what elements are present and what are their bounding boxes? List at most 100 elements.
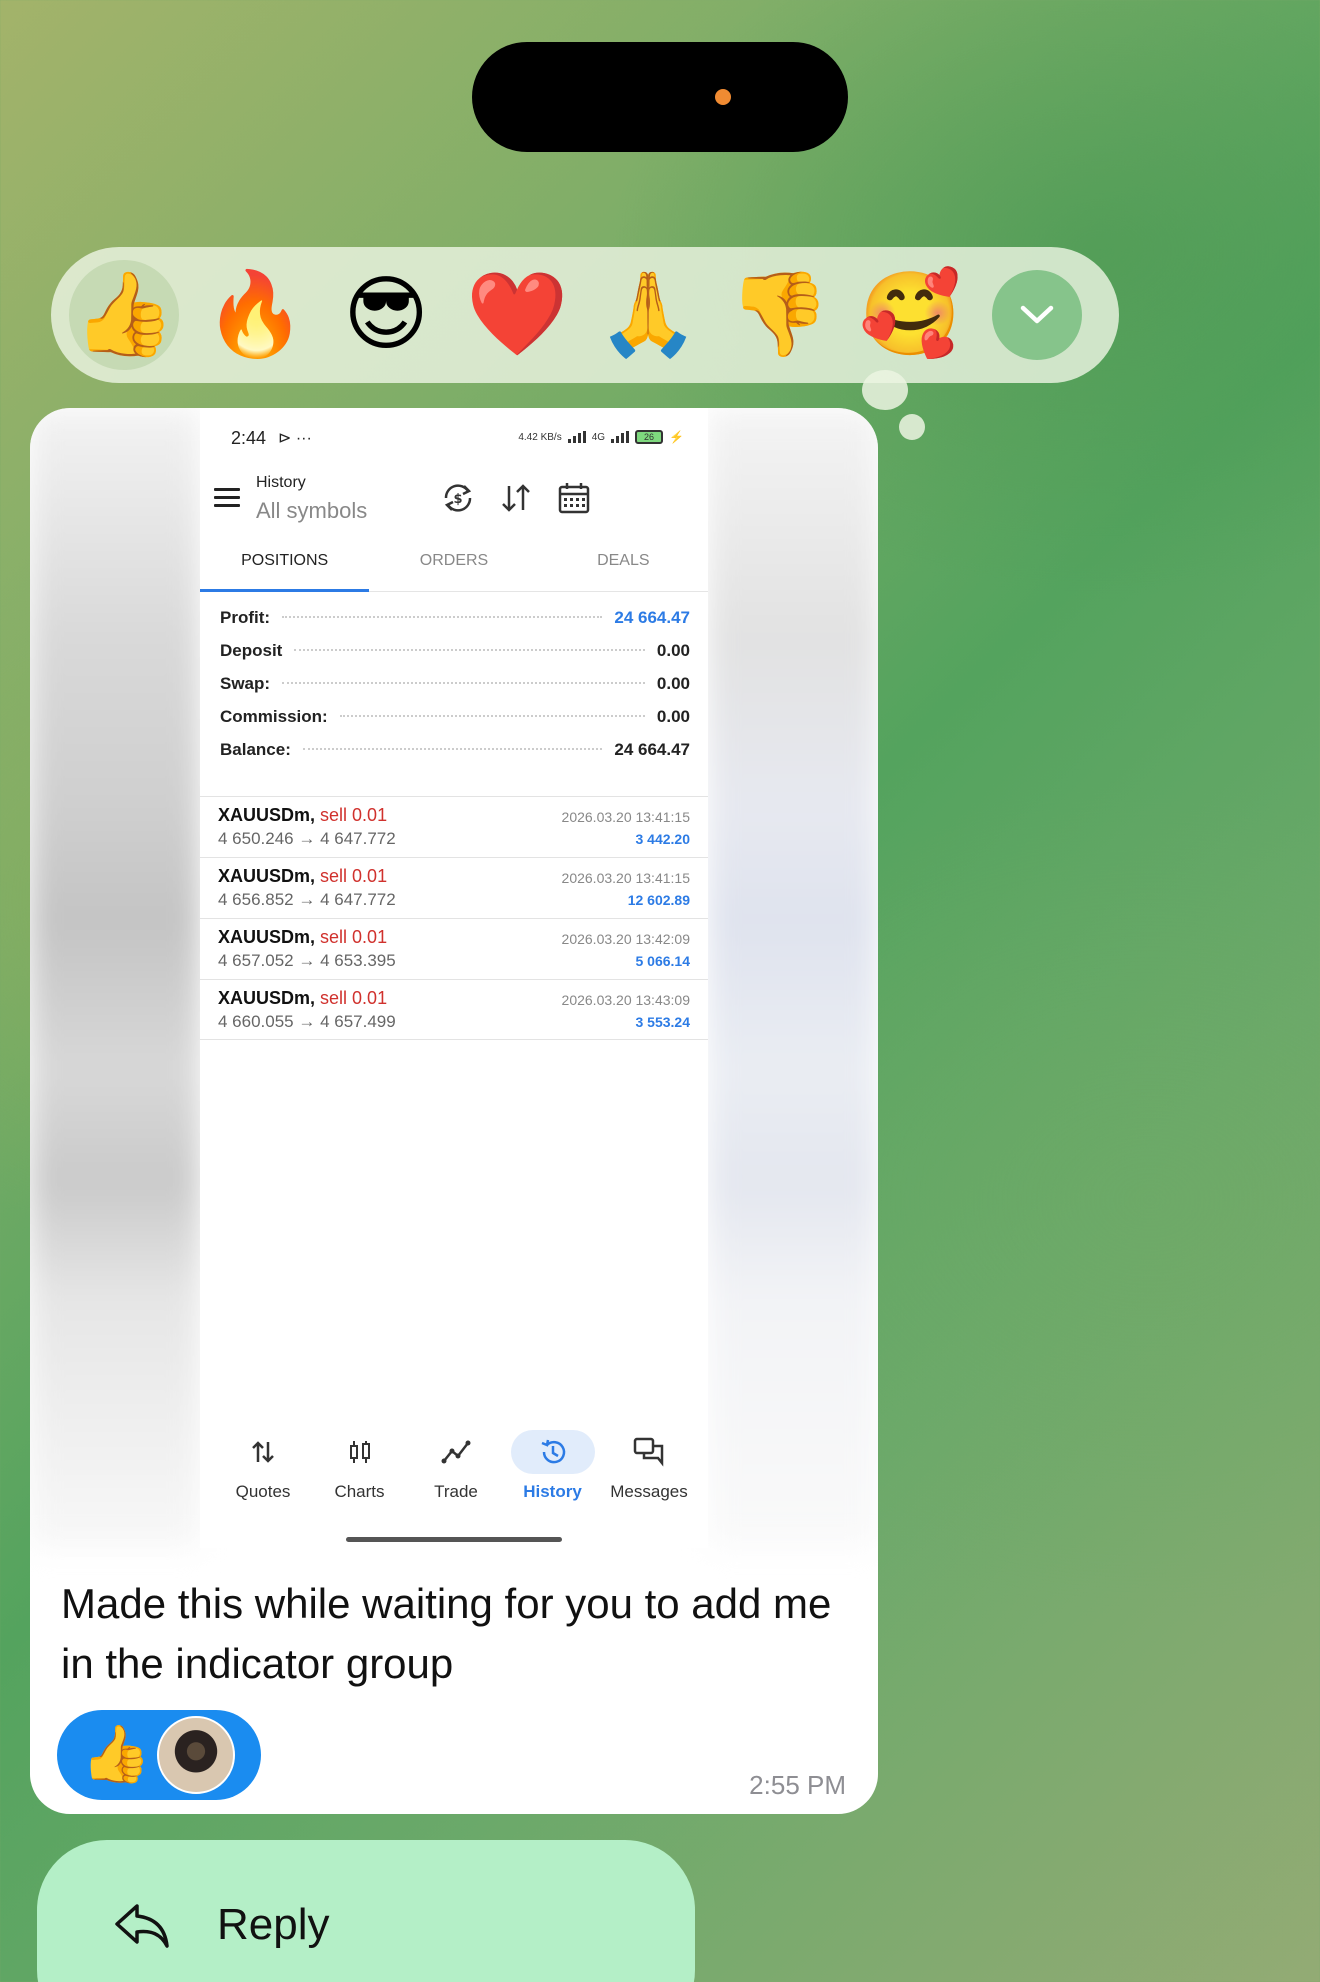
reply-menu-item[interactable]: Reply (37, 1840, 695, 1982)
attached-screenshot[interactable]: 2:44 ⊳ ··· 4.42 KB/s 4G 26 ⚡ History All… (200, 408, 708, 1548)
deal-datetime: 2026.03.20 13:41:15 (561, 870, 690, 886)
avatar (156, 1716, 235, 1794)
summary-value: 24 664.47 (614, 608, 690, 627)
summary-label: Swap: (220, 674, 271, 693)
deal-profit: 3 442.20 (635, 831, 691, 847)
history-tabs: POSITIONS ORDERS DEALS (200, 536, 708, 592)
tab-positions[interactable]: POSITIONS (200, 536, 370, 592)
deal-side: sell 0.01 (320, 988, 388, 1008)
blurred-background-right (708, 408, 878, 1548)
reaction-folded-hands[interactable]: 🙏 (593, 260, 703, 370)
status-bar: 2:44 ⊳ ··· 4.42 KB/s 4G 26 ⚡ (200, 408, 708, 458)
svg-text:$: $ (453, 492, 462, 507)
summary-label: Balance: (220, 740, 291, 759)
summary-value: 0.00 (656, 641, 690, 660)
summary-label: Commission: (220, 707, 328, 726)
reaction-fire[interactable]: 🔥 (200, 260, 310, 370)
reply-label: Reply (217, 1900, 330, 1949)
reply-icon (115, 1904, 169, 1948)
nav-quotes[interactable]: Quotes (218, 1430, 308, 1520)
chevron-down-icon (1020, 305, 1054, 324)
summary-value: 24 664.47 (614, 740, 690, 759)
message-text: Made this while waiting for you to add m… (61, 1580, 832, 1687)
deal-prices: 4 656.852 → 4 647.772 (218, 890, 396, 909)
deal-side: sell 0.01 (320, 805, 388, 825)
signal-icon (567, 431, 586, 443)
reaction-bar-tail-dot (899, 414, 925, 440)
deal-side: sell 0.01 (320, 866, 388, 886)
nav-messages[interactable]: Messages (604, 1430, 694, 1520)
nav-charts[interactable]: Charts (315, 1430, 405, 1520)
deal-datetime: 2026.03.20 13:43:09 (561, 992, 690, 1008)
deal-prices: 4 650.246 → 4 647.772 (218, 829, 396, 848)
calendar-icon[interactable] (554, 478, 594, 518)
summary-row-commission: Commission: 0.00 (200, 707, 708, 740)
summary-row-balance: Balance: 24 664.47 (200, 740, 708, 773)
nav-label: History (523, 1482, 582, 1501)
charging-icon: ⚡ (669, 430, 684, 444)
reaction-bar: 👍 🔥 😎 ❤️ 🙏 👎 🥰 (51, 247, 1119, 383)
network-type: 4G (591, 431, 606, 443)
home-indicator (346, 1537, 562, 1542)
tab-orders[interactable]: ORDERS (369, 536, 538, 591)
header-title: History (256, 474, 306, 491)
trade-icon (441, 1440, 471, 1464)
summary-value: 0.00 (656, 674, 690, 693)
nav-label: Trade (434, 1482, 478, 1501)
deal-profit: 5 066.14 (635, 953, 691, 969)
reaction-smiling-face-with-hearts[interactable]: 🥰 (855, 260, 965, 370)
blurred-background-left (30, 408, 200, 1548)
deal-row[interactable]: XAUUSDm, sell 0.01 4 650.246 → 4 647.772… (200, 796, 708, 857)
history-header: History All symbols $ (200, 460, 708, 524)
status-extra: ⊳ ··· (278, 430, 312, 447)
status-time: 2:44 (231, 428, 267, 448)
reaction-thumbs-up: 👍 (81, 1722, 151, 1787)
messages-icon (633, 1437, 664, 1467)
dynamic-island (472, 42, 848, 152)
deal-symbol: XAUUSDm, (218, 988, 316, 1008)
deal-datetime: 2026.03.20 13:42:09 (561, 931, 690, 947)
nav-history[interactable]: History (508, 1430, 598, 1520)
camera-indicator (715, 89, 731, 105)
deal-profit: 12 602.89 (627, 892, 690, 908)
summary-label: Deposit (220, 641, 283, 660)
summary-value: 0.00 (656, 707, 690, 726)
deal-symbol: XAUUSDm, (218, 866, 316, 886)
nav-label: Charts (334, 1482, 385, 1501)
symbol-filter[interactable]: All symbols (256, 498, 367, 524)
deal-symbol: XAUUSDm, (218, 927, 316, 947)
tab-deals[interactable]: DEALS (539, 536, 708, 591)
history-icon (541, 1439, 565, 1464)
reaction-thumbs-down[interactable]: 👎 (724, 260, 834, 370)
deal-row[interactable]: XAUUSDm, sell 0.01 4 656.852 → 4 647.772… (200, 857, 708, 918)
battery-icon: 26 (635, 430, 664, 444)
status-icons: 4.42 KB/s 4G 26 ⚡ (518, 430, 684, 444)
currency-refresh-icon[interactable]: $ (438, 478, 478, 518)
message-reactions[interactable]: 👍 (57, 1710, 261, 1800)
menu-icon[interactable] (214, 488, 240, 508)
deal-datetime: 2026.03.20 13:41:15 (561, 809, 690, 825)
reaction-sunglasses[interactable]: 😎 (331, 260, 441, 370)
summary-row-swap: Swap: 0.00 (200, 674, 708, 707)
summary-label: Profit: (220, 608, 271, 627)
sort-icon[interactable] (496, 478, 536, 518)
quotes-icon (252, 1441, 274, 1463)
charts-icon (349, 1441, 370, 1463)
network-rate: 4.42 KB/s (518, 431, 562, 443)
message-bubble[interactable]: 2:44 ⊳ ··· 4.42 KB/s 4G 26 ⚡ History All… (30, 408, 878, 1814)
reaction-red-heart[interactable]: ❤️ (462, 260, 572, 370)
nav-label: Messages (610, 1482, 688, 1501)
message-timestamp: 2:55 PM (749, 1770, 846, 1800)
deal-row[interactable]: XAUUSDm, sell 0.01 4 657.052 → 4 653.395… (200, 918, 708, 979)
deal-prices: 4 657.052 → 4 653.395 (218, 951, 396, 970)
deal-row[interactable]: XAUUSDm, sell 0.01 4 660.055 → 4 657.499… (200, 979, 708, 1040)
deal-prices: 4 660.055 → 4 657.499 (218, 1012, 396, 1031)
deal-side: sell 0.01 (320, 927, 388, 947)
summary-panel: Profit: 24 664.47 Deposit 0.00 Swap: 0.00 C… (200, 608, 708, 773)
reaction-bar-tail (862, 370, 908, 410)
more-reactions-button[interactable] (992, 270, 1082, 360)
reaction-thumbs-up[interactable]: 👍 (69, 260, 179, 370)
bottom-nav: Quotes Charts Trade History Messages (200, 1430, 708, 1520)
nav-trade[interactable]: Trade (411, 1430, 501, 1520)
deal-list: XAUUSDm, sell 0.01 4 650.246 → 4 647.772… (200, 796, 708, 1040)
